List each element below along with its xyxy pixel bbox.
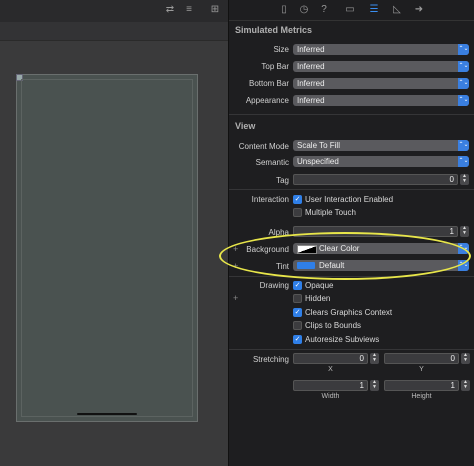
content-mode-value: Scale To Fill	[297, 141, 340, 150]
home-indicator	[77, 413, 137, 415]
stretch-x-stepper[interactable]: ▲ ▼	[370, 353, 379, 364]
tag-stepper[interactable]: ▲ ▼	[460, 174, 469, 185]
top-bar-value: Inferred	[297, 62, 325, 71]
size-icon[interactable]: ◺	[390, 3, 404, 17]
stepper-down-icon[interactable]: ▼	[372, 357, 377, 363]
section-divider	[229, 114, 474, 115]
stepper-down-icon[interactable]: ▼	[463, 384, 468, 390]
identity-icon[interactable]: ▭	[343, 3, 357, 17]
autoresize-checkbox[interactable]: ✓	[293, 335, 302, 344]
alpha-stepper[interactable]: ▲ ▼	[460, 226, 469, 237]
stretch-y-stepper[interactable]: ▲ ▼	[461, 353, 470, 364]
opaque-label: Opaque	[305, 281, 334, 290]
section-divider	[229, 189, 474, 190]
multiple-touch-label: Multiple Touch	[305, 208, 356, 217]
stretch-height-label: Height	[411, 393, 432, 400]
size-popup[interactable]: Inferred ⌃⌄	[293, 44, 469, 55]
appearance-label: Appearance	[245, 96, 289, 105]
bottom-bar-label: Bottom Bar	[248, 79, 289, 88]
tag-field[interactable]: 0	[293, 174, 458, 185]
stretch-width-label: Width	[321, 393, 340, 400]
clears-graphics-checkbox[interactable]: ✓	[293, 308, 302, 317]
lines-icon[interactable]: ≡	[183, 4, 195, 16]
size-label: Size	[273, 45, 289, 54]
scene-bar	[0, 22, 228, 41]
stretch-width-field[interactable]: 1	[293, 380, 368, 391]
clips-to-bounds-label: Clips to Bounds	[305, 321, 362, 330]
content-mode-popup[interactable]: Scale To Fill ⌃⌄	[293, 140, 469, 151]
drawing-label: Drawing	[259, 281, 289, 290]
stepper-down-icon[interactable]: ▼	[372, 384, 377, 390]
appearance-value: Inferred	[297, 96, 325, 105]
inspector-tabs: ▯ ◷ ? ▭ ☰ ◺ ➜	[229, 0, 474, 21]
clears-graphics-label: Clears Graphics Context	[305, 308, 393, 317]
popup-arrows-icon: ⌃⌄	[458, 61, 469, 72]
section-divider	[229, 349, 474, 350]
section-title-simulated-metrics: Simulated Metrics	[235, 25, 313, 35]
content-mode-label: Content Mode	[238, 142, 289, 151]
highlight-ellipse	[219, 232, 471, 280]
opaque-checkbox[interactable]: ✓	[293, 281, 302, 290]
popup-arrows-icon: ⌃⌄	[458, 78, 469, 89]
stepper-down-icon[interactable]: ▼	[462, 178, 467, 184]
add-drawing-variation-icon[interactable]: +	[233, 293, 238, 303]
autoresize-label: Autoresize Subviews	[305, 335, 380, 344]
canvas-area: ⇄ ≡ ⊞	[0, 0, 228, 466]
appearance-popup[interactable]: Inferred ⌃⌄	[293, 95, 469, 106]
stretch-y-field[interactable]: 0	[384, 353, 459, 364]
semantic-value: Unspecified	[297, 157, 339, 166]
interaction-label: Interaction	[251, 195, 289, 204]
file-icon[interactable]: ▯	[277, 3, 291, 17]
semantic-popup[interactable]: Unspecified ⌃⌄	[293, 156, 469, 167]
clips-to-bounds-checkbox[interactable]	[293, 321, 302, 330]
editor-toolbar: ⇄ ≡ ⊞	[0, 0, 228, 23]
user-interaction-label: User Interaction Enabled	[305, 195, 394, 204]
popup-arrows-icon: ⌃⌄	[458, 95, 469, 106]
stretch-width-stepper[interactable]: ▲ ▼	[370, 380, 379, 391]
bottom-bar-value: Inferred	[297, 79, 325, 88]
stepper-down-icon[interactable]: ▼	[462, 230, 467, 236]
semantic-label: Semantic	[255, 158, 289, 167]
attributes-icon[interactable]: ☰	[367, 3, 381, 17]
history-icon[interactable]: ◷	[297, 3, 311, 17]
section-title-view: View	[235, 121, 256, 131]
hidden-label: Hidden	[305, 294, 331, 303]
link-icon[interactable]: ⇄	[164, 4, 176, 16]
stepper-down-icon[interactable]: ▼	[463, 357, 468, 363]
bottom-bar-popup[interactable]: Inferred ⌃⌄	[293, 78, 469, 89]
add-editor-icon[interactable]: ⊞	[209, 4, 221, 16]
connections-icon[interactable]: ➜	[412, 3, 426, 17]
device-frame[interactable]	[16, 74, 198, 422]
hidden-checkbox[interactable]	[293, 294, 302, 303]
size-value: Inferred	[297, 45, 325, 54]
stretch-height-field[interactable]: 1	[384, 380, 459, 391]
tag-label: Tag	[276, 176, 289, 185]
view-bounds	[21, 79, 193, 417]
multiple-touch-checkbox[interactable]	[293, 208, 302, 217]
stretch-height-stepper[interactable]: ▲ ▼	[461, 380, 470, 391]
stretching-label: Stretching	[252, 355, 289, 364]
top-bar-popup[interactable]: Inferred ⌃⌄	[293, 61, 469, 72]
popup-arrows-icon: ⌃⌄	[458, 140, 469, 151]
popup-arrows-icon: ⌃⌄	[458, 44, 469, 55]
top-bar-label: Top Bar	[261, 62, 289, 71]
help-icon[interactable]: ?	[317, 3, 331, 17]
stretch-x-label: X	[328, 366, 333, 373]
user-interaction-checkbox[interactable]: ✓	[293, 195, 302, 204]
stretch-y-label: Y	[419, 366, 424, 373]
stretch-x-field[interactable]: 0	[293, 353, 368, 364]
popup-arrows-icon: ⌃⌄	[458, 156, 469, 167]
